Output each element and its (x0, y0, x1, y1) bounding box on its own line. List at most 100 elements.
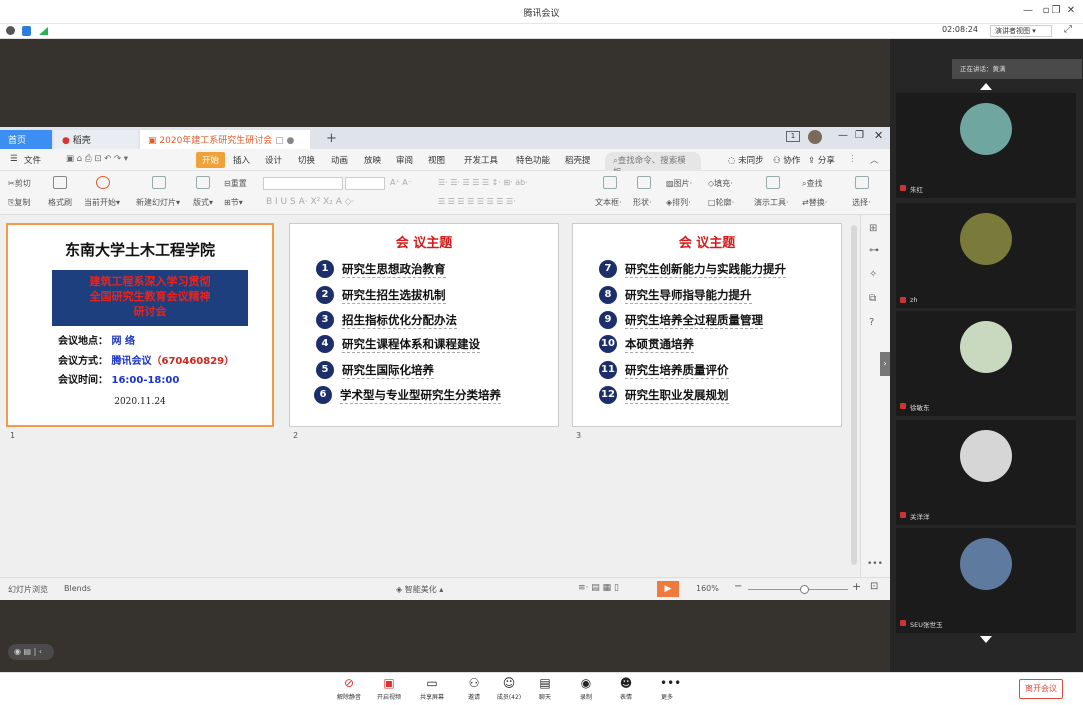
picture-button[interactable]: ▨图片· (666, 178, 692, 189)
participant-tile[interactable]: 徐敏东 (896, 311, 1076, 416)
zoom-level[interactable]: 160% (696, 584, 719, 593)
section-button[interactable]: ⊞节▾ (224, 197, 243, 208)
fullscreen-icon[interactable]: ⤢ (1064, 24, 1072, 35)
from-start-button[interactable]: 当前开始▾ (84, 197, 120, 208)
shape-button[interactable]: 形状· (633, 197, 652, 208)
menu-slideshow[interactable]: 放映 (364, 154, 381, 166)
zoom-out-button[interactable]: − (734, 581, 742, 592)
menu-transition[interactable]: 切换 (298, 154, 315, 166)
more-button[interactable]: ••• 更多 (648, 676, 686, 701)
tab-document[interactable]: ▣ 2020年建工系研究生研讨会 ▢ ● (140, 130, 310, 149)
wps-minimize-icon[interactable]: — (838, 130, 848, 141)
format-painter-button[interactable]: 格式刷 (48, 197, 72, 208)
arrange-button[interactable]: ◈排列· (666, 197, 691, 208)
side-tool-icon[interactable]: ✧ (869, 269, 877, 280)
outline-button[interactable]: □轮廓· (708, 197, 734, 208)
scrollbar-thumb[interactable] (851, 225, 857, 565)
participant-tile[interactable]: 关洋洋 (896, 420, 1076, 525)
layout-icon[interactable]: 1 (786, 131, 800, 142)
play-slideshow-button[interactable]: ▶ (657, 581, 679, 597)
side-tool-icon[interactable]: ⊶ (869, 245, 879, 256)
scroll-down-icon[interactable] (980, 636, 992, 643)
floating-control[interactable]: ◉ ▤ | ‹ (8, 644, 54, 660)
collab-button[interactable]: ⚇ 协作 (773, 154, 800, 166)
cut-button[interactable]: ✂剪切 (8, 178, 31, 189)
font-family-select[interactable] (263, 177, 343, 190)
hamburger-icon[interactable]: ☰ (10, 154, 18, 164)
new-slide-button[interactable]: 新建幻灯片▾ (136, 197, 180, 208)
invite-button[interactable]: ⚇ 邀请 (455, 676, 493, 701)
wps-close-icon[interactable]: ✕ (874, 129, 883, 142)
menu-file[interactable]: 文件 (24, 154, 41, 166)
copy-button[interactable]: ⎘复制 (8, 197, 30, 208)
info-icon[interactable] (6, 26, 15, 35)
zoom-slider[interactable] (748, 589, 848, 590)
menu-features[interactable]: 特色功能 (516, 154, 550, 166)
menu-design[interactable]: 设计 (265, 154, 282, 166)
font-grow-icon[interactable]: A⁺ A⁻ (390, 178, 412, 187)
wps-restore-icon[interactable]: ❐ (855, 130, 864, 141)
list-tools[interactable]: ☰· ☰· ☰ ☰ ☰ ↕· ⊞· ab· (438, 178, 528, 187)
font-size-select[interactable] (345, 177, 385, 190)
menu-insert[interactable]: 插入 (233, 154, 250, 166)
mute-button[interactable]: ⊘ 解除静音 (330, 676, 368, 701)
zoom-in-button[interactable]: + (852, 580, 861, 593)
fill-button[interactable]: ◇填充· (708, 178, 733, 189)
replace-button[interactable]: ⇄替换· (802, 197, 827, 208)
leave-meeting-button[interactable]: 离开会议 (1019, 679, 1063, 699)
vertical-scrollbar[interactable] (848, 215, 860, 577)
side-tool-icon[interactable]: ⧉ (869, 293, 876, 304)
textbox-button[interactable]: 文本框· (595, 197, 622, 208)
zoom-slider-handle[interactable] (800, 585, 809, 594)
close-icon[interactable]: ✕ (1064, 5, 1078, 16)
find-button[interactable]: ⌕查找 (802, 178, 822, 189)
text-style-tools[interactable]: B I U S A· X² X₂ A ◇· (266, 197, 355, 207)
sync-status[interactable]: ◌ 未同步 (728, 154, 764, 166)
view-buttons[interactable]: ≡· ▤ ▦ ▯ (578, 583, 619, 593)
menu-developer[interactable]: 开发工具 (464, 154, 498, 166)
shield-icon[interactable] (22, 26, 31, 36)
select-button[interactable]: 选择· (852, 197, 871, 208)
minimize-icon[interactable]: — (1021, 5, 1035, 16)
menu-daoke[interactable]: 稻壳提 (565, 154, 591, 166)
video-button[interactable]: ▣ 开启视频 (370, 676, 408, 701)
view-selector[interactable]: 演讲者视图 ▾ (990, 25, 1052, 37)
slide-thumbnail-1[interactable]: 东南大学土木工程学院 建筑工程系深入学习贯彻 全国研究生教育会议精神 研讨会 会… (6, 223, 274, 427)
help-icon[interactable]: ? (869, 317, 874, 328)
menu-home[interactable]: 开始 (196, 152, 226, 168)
layout-button[interactable]: 版式▾ (193, 197, 213, 208)
menu-view[interactable]: 视图 (428, 154, 445, 166)
slide-thumbnail-3[interactable]: 会 议主题 7 研究生创新能力与实践能力提升 8 研究生导师指导能力提升 9 研究生培… (572, 223, 842, 427)
share-button[interactable]: ⇪ 分享 (808, 154, 835, 166)
quick-tools-icon[interactable]: ▣ ⌂ ⎙ ⊡ ↶ ↷ ▾ (66, 154, 128, 164)
new-tab-button[interactable]: + (318, 128, 345, 147)
participant-tile[interactable]: 朱红 (896, 93, 1076, 198)
collapse-ribbon-icon[interactable]: ︿ (870, 154, 879, 166)
participant-tile[interactable]: zh (896, 203, 1076, 308)
user-avatar[interactable] (808, 130, 822, 144)
reset-button[interactable]: ⊟重置 (224, 178, 247, 189)
presenter-icon (766, 176, 780, 189)
share-screen-button[interactable]: ▭ 共享屏幕 (413, 676, 451, 701)
tab-home[interactable]: 首页 (0, 130, 52, 149)
tab-daoke[interactable]: ● 稻壳 (54, 130, 138, 149)
presenter-tools-button[interactable]: 演示工具· (754, 197, 789, 208)
menu-animation[interactable]: 动画 (331, 154, 348, 166)
members-button[interactable]: ☺ 成员(42) (490, 676, 528, 701)
more-icon[interactable]: ⋮ (848, 154, 857, 164)
panel-expand-icon[interactable]: › (880, 352, 890, 376)
topic-item: 12 研究生职业发展规划 (599, 386, 729, 404)
more-dots-icon[interactable]: ••• (867, 559, 883, 569)
slide-thumbnail-2[interactable]: 会 议主题 1 研究生思想政治教育 2 研究生招生选拔机制 3 招生指标优化分配办法 … (289, 223, 559, 427)
smart-beautify-button[interactable]: ◈ 智能美化 ▴ (396, 584, 443, 595)
fit-window-icon[interactable]: ⊡ (870, 581, 878, 592)
side-tool-icon[interactable]: ⊞ (869, 223, 877, 234)
chat-button[interactable]: ▤ 聊天 (526, 676, 564, 701)
participant-tile[interactable]: SEU张世玉 (896, 528, 1076, 633)
record-button[interactable]: ◉ 录制 (567, 676, 605, 701)
menu-review[interactable]: 审阅 (396, 154, 413, 166)
align-tools[interactable]: ☰ ☰ ☰ ☰ ☰ ☰ ☰ ☰· (438, 197, 516, 206)
scroll-up-icon[interactable] (980, 83, 992, 90)
reaction-button[interactable]: ☻ 表情 (607, 676, 645, 701)
restore-icon[interactable]: ❐ (1049, 5, 1063, 16)
